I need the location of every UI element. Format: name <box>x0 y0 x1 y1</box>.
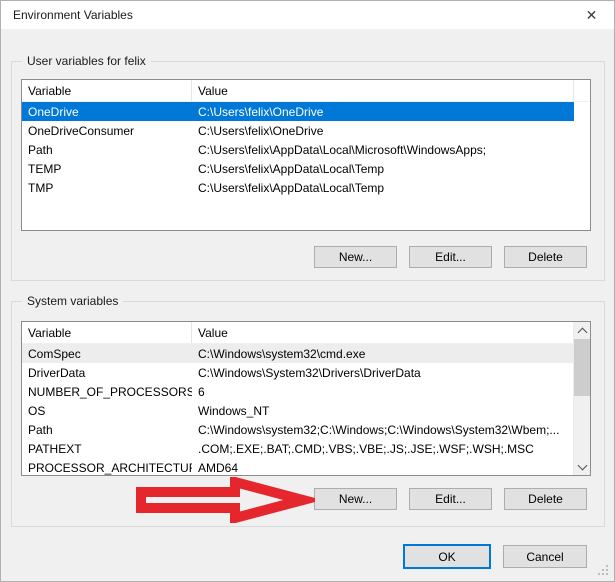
ok-button[interactable]: OK <box>403 544 491 569</box>
system-variables-group-label: System variables <box>22 294 123 309</box>
value-cell: C:\Users\felix\OneDrive <box>192 105 574 119</box>
table-row[interactable]: PATHEXT.COM;.EXE;.BAT;.CMD;.VBS;.VBE;.JS… <box>22 439 574 458</box>
table-row[interactable]: TMPC:\Users\felix\AppData\Local\Temp <box>22 178 574 197</box>
chevron-up-icon <box>577 327 587 337</box>
chevron-down-icon <box>577 460 587 470</box>
table-row[interactable]: NUMBER_OF_PROCESSORS6 <box>22 382 574 401</box>
close-icon: ✕ <box>586 8 598 22</box>
scrollbar-thumb[interactable] <box>574 339 590 396</box>
variable-cell: DriverData <box>22 366 192 380</box>
value-cell: C:\Windows\System32\Drivers\DriverData <box>192 366 574 380</box>
variable-cell: PATHEXT <box>22 442 192 456</box>
scrollbar[interactable] <box>573 322 590 475</box>
user-table-body: OneDriveC:\Users\felix\OneDriveOneDriveC… <box>22 102 590 197</box>
variable-cell: Path <box>22 143 192 157</box>
table-row[interactable]: OneDriveConsumerC:\Users\felix\OneDrive <box>22 121 574 140</box>
column-header-value[interactable]: Value <box>192 322 574 343</box>
close-button[interactable]: ✕ <box>569 1 614 29</box>
value-cell: C:\Windows\system32;C:\Windows;C:\Window… <box>192 423 574 437</box>
user-edit-button[interactable]: Edit... <box>409 246 492 268</box>
variable-cell: TMP <box>22 181 192 195</box>
title-bar: Environment Variables ✕ <box>1 1 614 29</box>
variable-cell: TEMP <box>22 162 192 176</box>
value-cell: AMD64 <box>192 461 574 475</box>
user-new-button[interactable]: New... <box>314 246 397 268</box>
table-row[interactable]: OSWindows_NT <box>22 401 574 420</box>
cancel-button[interactable]: Cancel <box>503 545 587 568</box>
table-row[interactable]: DriverDataC:\Windows\System32\Drivers\Dr… <box>22 363 574 382</box>
table-row[interactable]: ComSpecC:\Windows\system32\cmd.exe <box>22 344 574 363</box>
system-edit-button[interactable]: Edit... <box>409 488 492 510</box>
variable-cell: OS <box>22 404 192 418</box>
variable-cell: Path <box>22 423 192 437</box>
column-header-variable[interactable]: Variable <box>22 80 192 101</box>
column-header-value[interactable]: Value <box>192 80 574 101</box>
value-cell: Windows_NT <box>192 404 574 418</box>
table-row[interactable]: PROCESSOR_ARCHITECTUREAMD64 <box>22 458 574 476</box>
value-cell: C:\Windows\system32\cmd.exe <box>192 347 574 361</box>
value-cell: C:\Users\felix\AppData\Local\Temp <box>192 162 574 176</box>
scroll-down-button[interactable] <box>574 458 590 475</box>
table-row[interactable]: PathC:\Windows\system32;C:\Windows;C:\Wi… <box>22 420 574 439</box>
table-row[interactable]: TEMPC:\Users\felix\AppData\Local\Temp <box>22 159 574 178</box>
user-variables-table: Variable Value OneDriveC:\Users\felix\On… <box>21 79 591 231</box>
value-cell: C:\Users\felix\OneDrive <box>192 124 574 138</box>
table-row[interactable]: OneDriveC:\Users\felix\OneDrive <box>22 102 574 121</box>
table-row[interactable]: PathC:\Users\felix\AppData\Local\Microso… <box>22 140 574 159</box>
variable-cell: PROCESSOR_ARCHITECTURE <box>22 461 192 475</box>
system-new-button[interactable]: New... <box>314 488 397 510</box>
variable-cell: ComSpec <box>22 347 192 361</box>
variable-cell: OneDrive <box>22 105 192 119</box>
system-delete-button[interactable]: Delete <box>504 488 587 510</box>
user-variables-group-label: User variables for felix <box>22 54 151 69</box>
system-table-body: ComSpecC:\Windows\system32\cmd.exeDriver… <box>22 344 590 476</box>
system-table-header: Variable Value <box>22 322 590 344</box>
user-variables-buttons: New... Edit... Delete <box>314 246 587 268</box>
environment-variables-dialog: Environment Variables ✕ User variables f… <box>0 0 615 582</box>
window-title: Environment Variables <box>13 1 133 29</box>
user-table-header: Variable Value <box>22 80 590 102</box>
value-cell: C:\Users\felix\AppData\Local\Temp <box>192 181 574 195</box>
value-cell: 6 <box>192 385 574 399</box>
variable-cell: NUMBER_OF_PROCESSORS <box>22 385 192 399</box>
resize-grip-icon[interactable] <box>598 565 608 575</box>
value-cell: C:\Users\felix\AppData\Local\Microsoft\W… <box>192 143 574 157</box>
column-header-variable[interactable]: Variable <box>22 322 192 343</box>
variable-cell: OneDriveConsumer <box>22 124 192 138</box>
scroll-up-button[interactable] <box>574 322 590 339</box>
value-cell: .COM;.EXE;.BAT;.CMD;.VBS;.VBE;.JS;.JSE;.… <box>192 442 574 456</box>
system-variables-table: Variable Value ComSpecC:\Windows\system3… <box>21 321 591 476</box>
user-delete-button[interactable]: Delete <box>504 246 587 268</box>
system-variables-buttons: New... Edit... Delete <box>314 488 587 510</box>
